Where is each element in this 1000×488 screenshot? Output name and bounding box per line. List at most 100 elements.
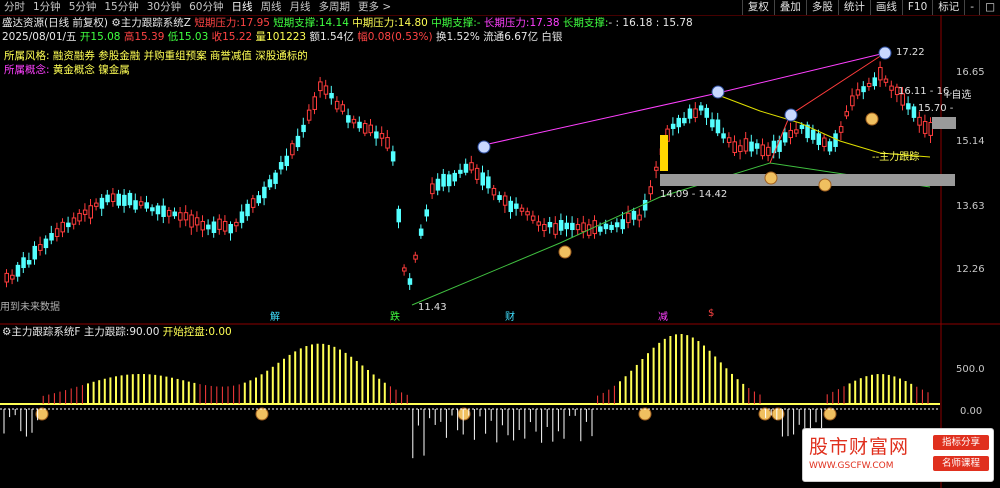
candle-body xyxy=(245,203,250,217)
candle-body xyxy=(620,219,625,230)
candle-body xyxy=(609,224,614,230)
candle-body xyxy=(721,133,726,139)
candle-body xyxy=(329,92,334,99)
money-bag-icon xyxy=(255,407,269,421)
candle-body xyxy=(469,162,474,171)
money-bag-icon xyxy=(457,407,471,421)
toolbar-button[interactable]: 标记 xyxy=(932,0,964,15)
signal-markers xyxy=(35,46,892,421)
toolbar-button[interactable]: 画线 xyxy=(869,0,902,15)
candle-body xyxy=(547,221,553,228)
toolbar-button[interactable]: 叠加 xyxy=(773,0,806,15)
candle-body xyxy=(822,137,827,147)
candle-body xyxy=(262,186,267,199)
period-tab[interactable]: 60分钟 xyxy=(185,0,227,15)
period-tab[interactable]: 周线 xyxy=(257,0,286,15)
money-bag-icon xyxy=(865,112,879,126)
toolbar-button[interactable]: F10 xyxy=(901,0,932,15)
start-value: 0.00 xyxy=(208,326,232,338)
candle-body xyxy=(631,210,637,220)
candle-body xyxy=(497,195,502,201)
candle-body xyxy=(838,126,844,133)
candle-body xyxy=(911,106,917,118)
candle-body xyxy=(374,131,379,139)
lower-indicator-name[interactable]: 主力跟踪系统F xyxy=(11,326,80,338)
chart-canvas[interactable] xyxy=(0,15,1000,488)
candle-body xyxy=(250,198,256,208)
candle-body xyxy=(441,173,446,187)
candle-body xyxy=(452,172,457,182)
low-point-label: 11.43 xyxy=(418,302,447,313)
candle-body xyxy=(435,178,441,191)
toolbar-button[interactable]: 多股 xyxy=(805,0,838,15)
candle-body xyxy=(889,85,894,91)
toolbar-button[interactable]: 统计 xyxy=(837,0,870,15)
candle-body xyxy=(424,209,429,217)
candle-body xyxy=(10,274,15,280)
candle-body xyxy=(166,209,172,217)
candle-body xyxy=(827,141,833,152)
candle-body xyxy=(357,121,362,129)
candle-body xyxy=(480,172,485,186)
money-bag-icon xyxy=(558,245,572,259)
period-tab[interactable]: 月线 xyxy=(286,0,315,15)
candle-body xyxy=(138,201,144,206)
candle-body xyxy=(211,221,217,233)
event-jie: 解 xyxy=(270,312,280,323)
candle-body xyxy=(844,111,849,117)
add-watchlist-button[interactable]: +自选 xyxy=(943,86,971,101)
gear-icon[interactable]: ⚙ xyxy=(2,326,11,338)
candle-body xyxy=(77,212,82,222)
candle-body xyxy=(362,123,368,134)
candle-body xyxy=(189,214,194,228)
toolbar-button[interactable]: - xyxy=(964,0,979,15)
candle-body xyxy=(922,121,928,134)
tool-buttons: 复权 叠加 多股 统计 画线 F10 标记 - □ xyxy=(741,0,1000,15)
candle-body xyxy=(676,117,681,128)
candle-body xyxy=(161,205,166,217)
candle-body xyxy=(816,133,821,145)
candle-body xyxy=(687,108,693,119)
candle-body xyxy=(379,133,385,139)
candle-body xyxy=(693,108,698,118)
candle-body xyxy=(626,212,631,224)
period-tab[interactable]: 30分钟 xyxy=(143,0,185,15)
period-tab[interactable]: 15分钟 xyxy=(100,0,142,15)
period-tab[interactable]: 更多 > xyxy=(354,0,395,15)
toolbar-button[interactable]: □ xyxy=(979,0,1000,15)
candle-body xyxy=(928,122,933,136)
candle-body xyxy=(413,254,418,260)
pressure-trendline xyxy=(483,52,886,146)
period-tab[interactable]: 多周期 xyxy=(315,0,355,15)
badge-title: 股市财富网 xyxy=(809,436,910,458)
period-tab[interactable]: 1分钟 xyxy=(29,0,65,15)
candle-body xyxy=(570,222,575,231)
candle-body xyxy=(194,217,200,226)
candle-body xyxy=(396,208,401,223)
period-tab[interactable]: 分时 xyxy=(0,0,29,15)
candle-body xyxy=(88,205,93,219)
candle-body xyxy=(278,162,284,170)
start-label: 开始控盘: xyxy=(162,326,209,338)
range-label: 14.09 - 14.42 xyxy=(660,189,728,200)
candle-body xyxy=(239,211,245,223)
candle-body xyxy=(38,244,43,251)
candle-body xyxy=(704,107,709,118)
candle-body xyxy=(183,212,189,221)
candle-body xyxy=(284,155,289,167)
candle-body xyxy=(267,179,273,188)
candle-body xyxy=(474,167,480,180)
candle-body xyxy=(581,222,586,233)
toolbar-button[interactable]: 复权 xyxy=(741,0,774,15)
candle-body xyxy=(642,199,648,211)
event-cai: 财 xyxy=(505,312,515,323)
period-tab[interactable]: 日线 xyxy=(228,0,257,15)
candle-body xyxy=(127,192,133,206)
period-tab[interactable]: 5分钟 xyxy=(65,0,101,15)
candle-body xyxy=(614,222,620,228)
red-trendline xyxy=(769,52,886,164)
candle-body xyxy=(553,223,558,235)
candle-body xyxy=(598,226,603,232)
warning-face-icon xyxy=(711,85,725,99)
warning-face-icon xyxy=(878,46,892,60)
